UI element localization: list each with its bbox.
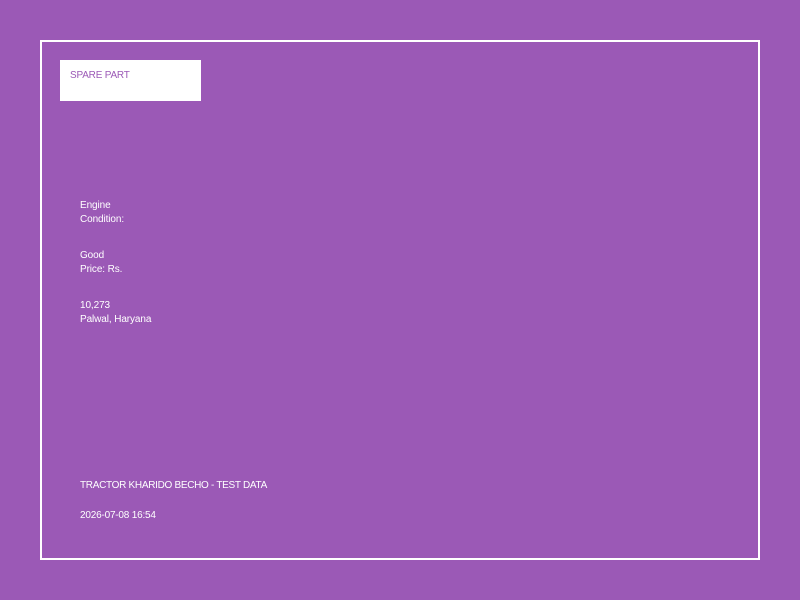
detail-line-1: Engine Condition: [80,200,125,225]
footer-timestamp: 2026-07-08 16:54 [80,510,156,521]
detail-line-3: 10,273 Palwal, Haryana [80,300,152,325]
category-badge: SPARE PART [60,60,201,101]
category-badge-label: SPARE PART [70,70,130,81]
detail-line-2: Good Price: Rs. [80,250,123,275]
footer-title: TRACTOR KHARIDO BECHO - TEST DATA [80,480,267,491]
